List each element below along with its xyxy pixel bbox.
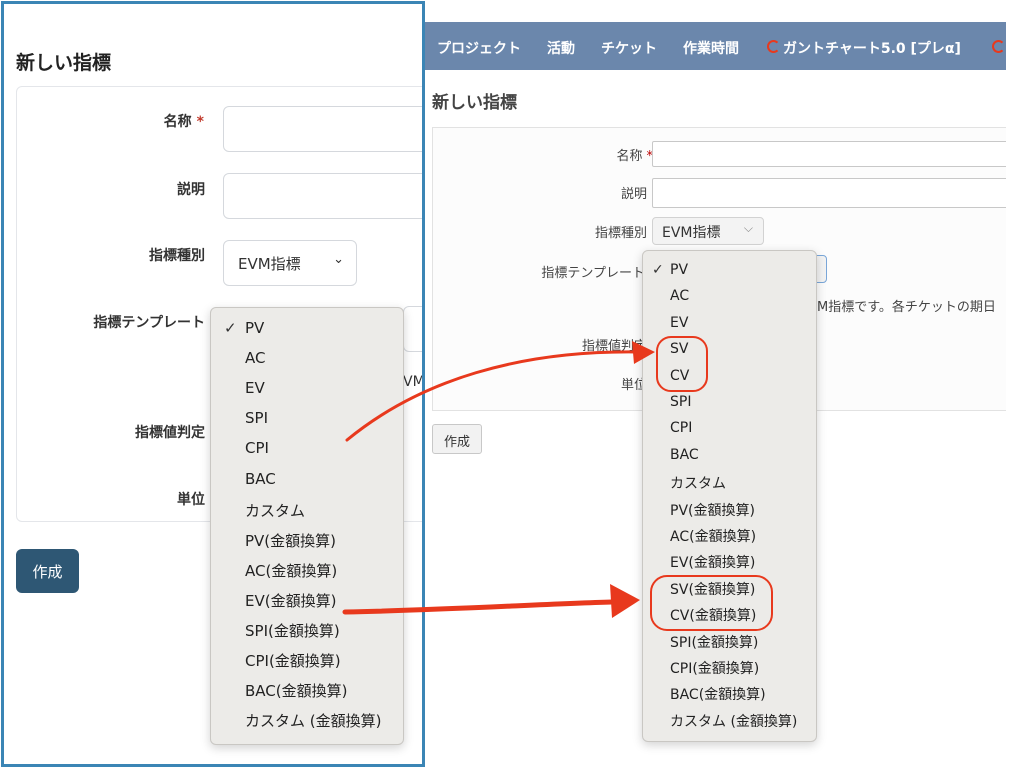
name-label: 名称 *	[163, 114, 204, 130]
template-description: M指標です。各チケットの期日	[817, 300, 996, 315]
dropdown-option[interactable]: BAC(金額換算)	[245, 680, 347, 701]
dropdown-option[interactable]: AC(金額換算)	[670, 526, 756, 546]
description-label: 説明	[177, 182, 205, 198]
dropdown-option[interactable]: CPI	[245, 439, 269, 457]
dropdown-option[interactable]: EV(金額換算)	[245, 590, 336, 611]
nav-item-activity[interactable]: 活動	[547, 38, 575, 58]
nav-item-project[interactable]: プロジェクト	[437, 38, 521, 58]
dropdown-option[interactable]: SPI(金額換算)	[245, 620, 340, 641]
value-judgement-label: 指標値判定	[581, 339, 647, 354]
dropdown-option[interactable]: カスタム (金額換算)	[670, 711, 797, 731]
dropdown-option[interactable]: SV	[670, 341, 688, 357]
unit-label: 単位	[177, 492, 205, 508]
dropdown-option[interactable]: PV(金額換算)	[245, 530, 336, 551]
name-input[interactable]	[223, 106, 422, 152]
old-ui-panel: プロジェクト 活動 チケット 作業時間 ガントチャート5.0 [プレα] 新しい…	[422, 22, 1006, 766]
checkmark-icon: ✓	[224, 319, 237, 337]
dropdown-option[interactable]: カスタム (金額換算)	[245, 710, 381, 731]
dropdown-option[interactable]: カスタム	[670, 473, 726, 493]
dropdown-option[interactable]: BAC	[670, 447, 699, 463]
dropdown-option[interactable]: EV(金額換算)	[670, 552, 755, 572]
nav-item-gantt[interactable]: ガントチャート5.0 [プレα]	[783, 38, 961, 58]
dropdown-option[interactable]: SPI	[245, 409, 268, 427]
indicator-template-label: 指標テンプレート	[541, 266, 645, 281]
dropdown-option[interactable]: EV	[245, 379, 265, 397]
dropdown-option[interactable]: CPI	[670, 420, 692, 436]
value-judgement-label: 指標値判定	[135, 425, 205, 441]
indicator-type-label: 指標種別	[594, 226, 647, 241]
dropdown-option[interactable]: PV(金額換算)	[670, 500, 755, 520]
description-input[interactable]	[652, 178, 1006, 208]
indicator-type-select[interactable]: EVM指標 ⌄	[223, 240, 357, 286]
indicator-type-select[interactable]: EVM指標 ⌵	[652, 217, 764, 245]
new-ui-panel: 新しい指標 名称 * 説明 指標種別 EVM指標 ⌄ 指標テンプレート VM 指標…	[1, 1, 425, 767]
dropdown-option[interactable]: AC	[245, 349, 265, 367]
dropdown-option[interactable]: BAC(金額換算)	[670, 684, 766, 704]
indicator-type-value: EVM指標	[238, 255, 301, 273]
dropdown-option[interactable]: CV(金額換算)	[670, 605, 756, 625]
dropdown-option[interactable]: CPI(金額換算)	[245, 650, 341, 671]
dropdown-option[interactable]: CV	[670, 368, 689, 384]
gantt-logo-icon-2	[992, 40, 1005, 53]
description-input[interactable]	[223, 173, 422, 219]
dropdown-option[interactable]: BAC	[245, 470, 276, 488]
dropdown-option[interactable]: SV(金額換算)	[670, 579, 755, 599]
dropdown-option[interactable]: SPI(金額換算)	[670, 632, 758, 652]
dropdown-option[interactable]: EV	[670, 315, 688, 331]
indicator-type-label: 指標種別	[149, 248, 205, 264]
dropdown-option[interactable]: カスタム	[245, 500, 305, 521]
dropdown-option[interactable]: PV	[245, 319, 264, 337]
create-button[interactable]: 作成	[432, 424, 482, 454]
dropdown-option[interactable]: PV	[670, 262, 688, 278]
indicator-type-value: EVM指標	[662, 225, 721, 241]
template-dropdown[interactable]: PV ✓ AC EV SV CV SPI CPI BAC カスタム PV(金額換算) AC(金額換算)…	[642, 250, 817, 742]
template-description: VM	[403, 374, 425, 390]
name-input[interactable]	[652, 141, 1006, 167]
template-dropdown[interactable]: PV ✓ AC EV SPI CPI BAC カスタム PV(金額換算) AC(金額換算) EV(金…	[210, 307, 404, 745]
create-button[interactable]: 作成	[16, 549, 79, 593]
top-navigation-bar: プロジェクト 活動 チケット 作業時間 ガントチャート5.0 [プレα]	[422, 22, 1006, 70]
indicator-template-label: 指標テンプレート	[93, 315, 205, 331]
chevron-down-icon: ⌄	[333, 252, 344, 267]
checkmark-icon: ✓	[652, 262, 664, 278]
dropdown-option[interactable]: AC	[670, 288, 689, 304]
page-title: 新しい指標	[16, 52, 112, 74]
dropdown-option[interactable]: AC(金額換算)	[245, 560, 337, 581]
chevron-down-icon: ⌵	[743, 221, 753, 235]
page-title: 新しい指標	[432, 93, 517, 113]
nav-item-ticket[interactable]: チケット	[601, 38, 657, 58]
dropdown-option[interactable]: CPI(金額換算)	[670, 658, 759, 678]
dropdown-option[interactable]: SPI	[670, 394, 691, 410]
indicator-template-select[interactable]	[403, 306, 422, 352]
gantt-logo-icon	[767, 40, 780, 53]
nav-item-time-entries[interactable]: 作業時間	[683, 38, 739, 58]
description-label: 説明	[620, 187, 647, 202]
name-label: 名称 *	[616, 149, 653, 164]
